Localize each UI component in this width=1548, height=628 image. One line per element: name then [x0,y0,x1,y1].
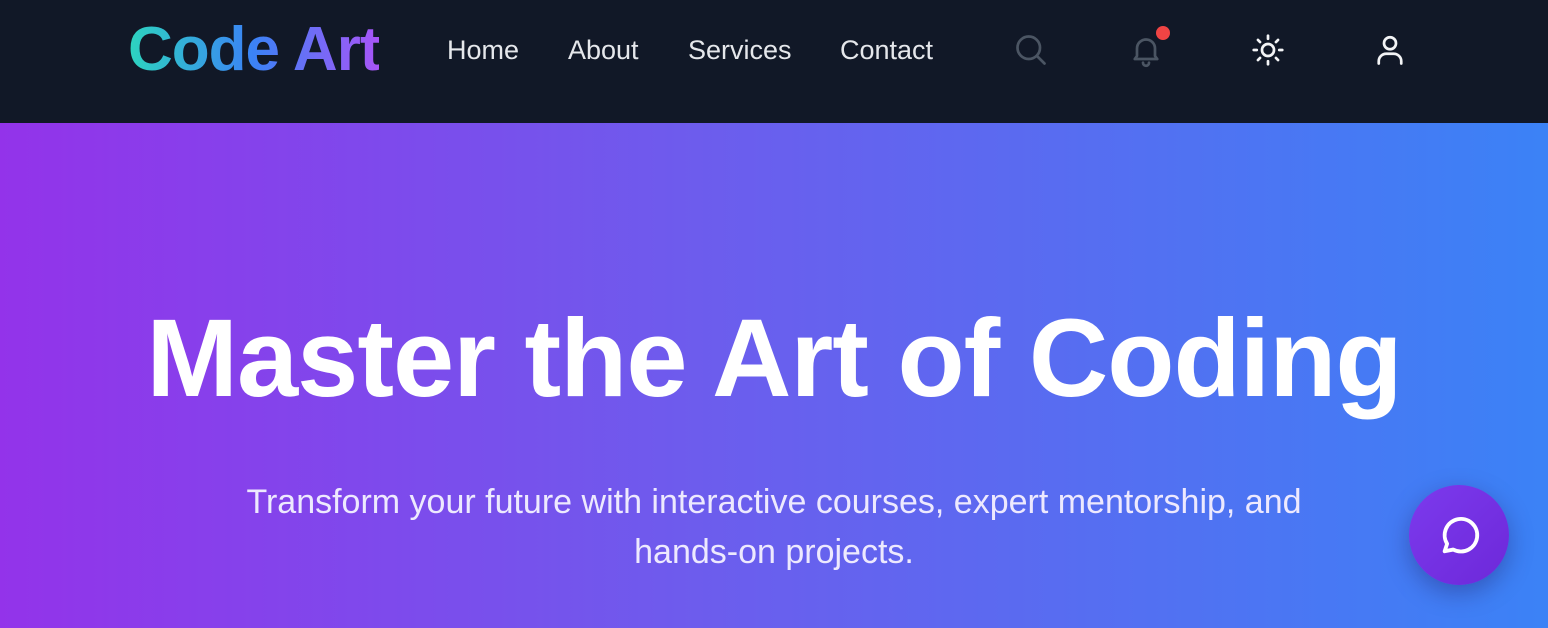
navbar: Code Art Home About Services Contact [0,0,1548,123]
user-icon [1377,35,1403,65]
hero-section: Master the Art of Coding Transform your … [0,123,1548,628]
nav-link-contact[interactable]: Contact [840,32,933,68]
page: Code Art Home About Services Contact Mas… [0,0,1548,628]
logo[interactable]: Code Art [128,14,380,86]
theme-toggle-button[interactable] [1246,28,1290,72]
search-button[interactable] [1009,28,1053,72]
nav-link-about[interactable]: About [568,32,639,68]
search-icon [1016,35,1046,65]
notification-dot [1156,26,1170,40]
nav-link-services[interactable]: Services [688,32,792,68]
account-button[interactable] [1368,28,1412,72]
chat-button[interactable] [1409,485,1509,585]
hero-title: Master the Art of Coding [146,297,1402,420]
hero-subtitle: Transform your future with interactive c… [246,483,1302,571]
chat-bubble-icon [1442,517,1480,554]
sun-icon [1252,34,1284,66]
nav-link-home[interactable]: Home [447,32,519,68]
